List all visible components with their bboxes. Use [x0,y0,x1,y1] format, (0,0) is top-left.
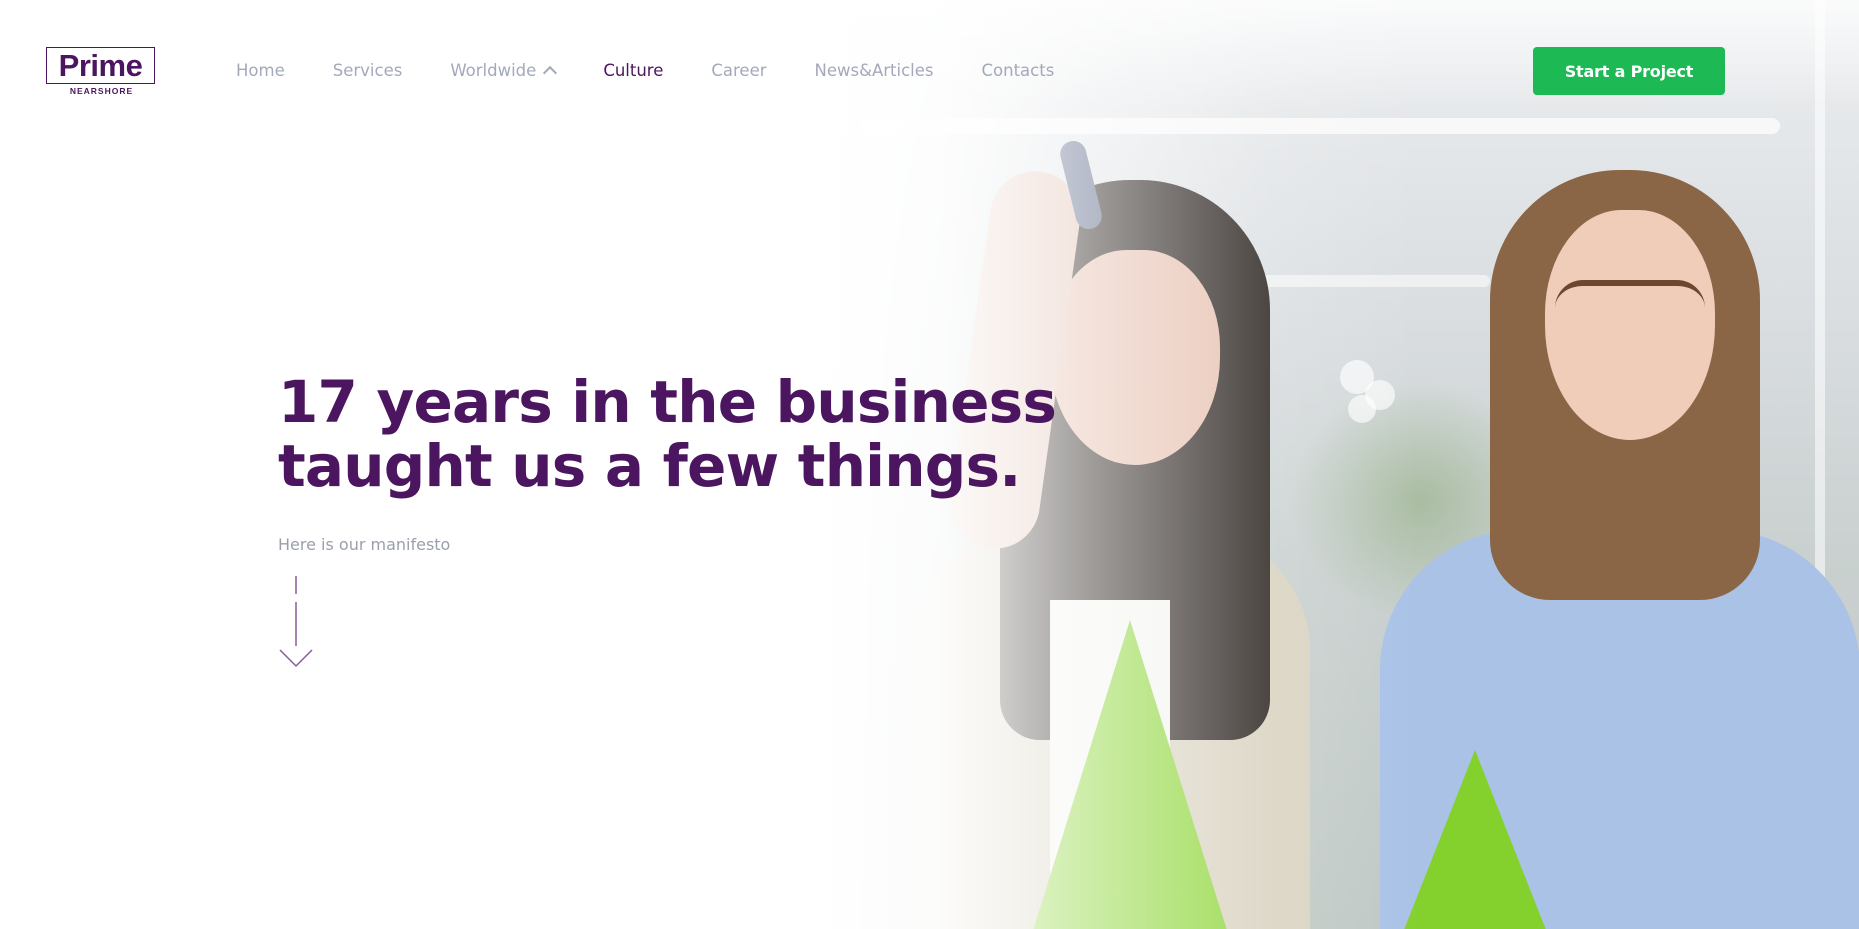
arrow-down-icon[interactable] [278,574,316,670]
nav-culture[interactable]: Culture [603,61,663,80]
hero-headline: 17 years in the business taught us a few… [278,370,1078,498]
nav-culture-label: Culture [603,60,664,80]
nav-home-label: Home [236,60,285,80]
chevron-up-icon [543,65,558,80]
nav-worldwide[interactable]: Worldwide [450,60,558,80]
nav-contacts-label: Contacts [981,60,1055,80]
nav-services-label: Services [332,60,403,80]
nav-contacts[interactable]: Contacts [982,61,1055,80]
hero-subline: Here is our manifesto [278,535,451,554]
glasses [1555,280,1705,336]
logo[interactable]: Prime NEARSHORE [46,47,157,97]
nav-worldwide-label: Worldwide [450,60,537,80]
nav-news-articles-label: News&Articles [814,60,934,80]
hero-headline-line2: taught us a few things. [278,432,1021,500]
logo-tagline: NEARSHORE [69,86,134,96]
nav-news-articles[interactable]: News&Articles [815,61,934,80]
start-project-button[interactable]: Start a Project [1533,47,1725,95]
nav-career[interactable]: Career [711,61,766,80]
green-triangle-shape [1400,750,1550,929]
logo-wordmark: Prime [46,47,155,84]
nav-services[interactable]: Services [333,61,403,80]
main-nav: Home Services Worldwide Culture Career N… [236,58,1054,82]
hero-headline-line1: 17 years in the business [278,368,1057,436]
nav-home[interactable]: Home [236,61,285,80]
nav-career-label: Career [711,60,767,80]
